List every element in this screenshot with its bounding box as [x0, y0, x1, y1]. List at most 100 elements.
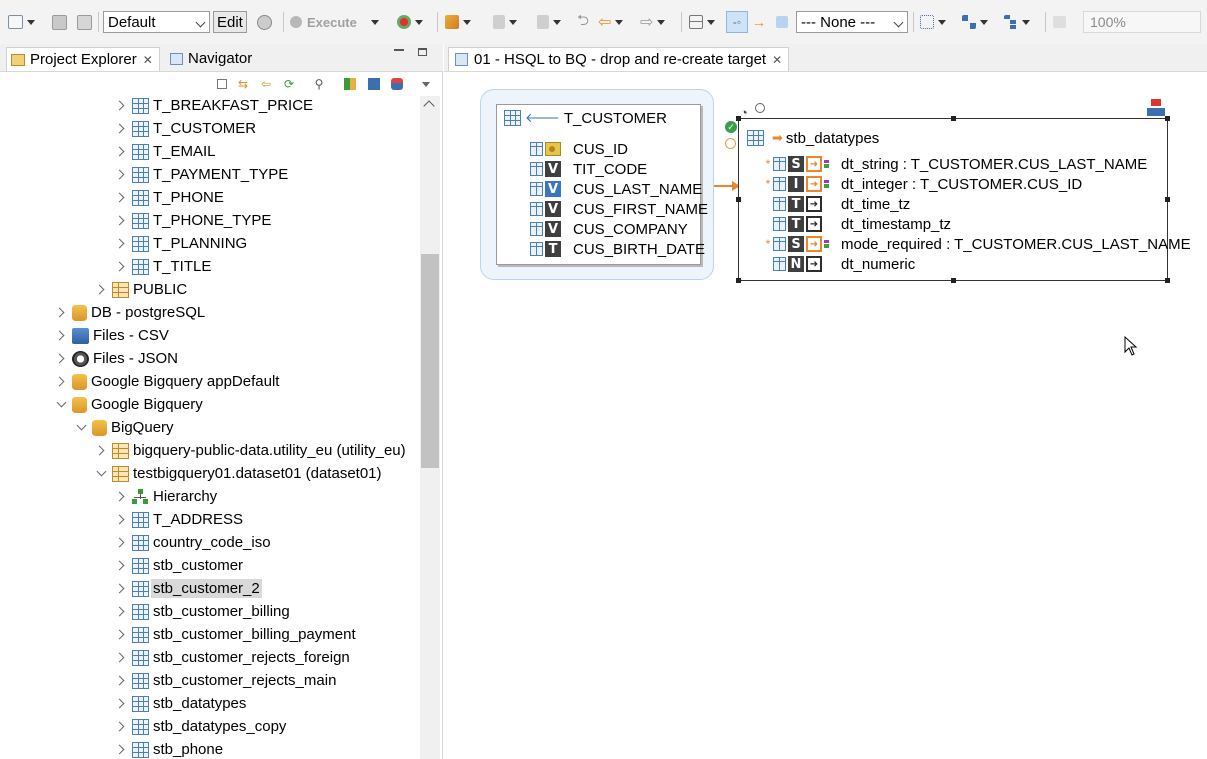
expand-icon[interactable]: [114, 490, 128, 504]
source-field-cus-company[interactable]: V CUS_COMPANY: [530, 219, 688, 239]
search-icon[interactable]: [755, 103, 765, 113]
tree-layout-button[interactable]: [1004, 11, 1030, 33]
close-icon[interactable]: ✕: [143, 53, 153, 67]
tree-item-t-payment-type[interactable]: T_PAYMENT_TYPE: [114, 163, 288, 186]
tree-item-t-phone[interactable]: T_PHONE: [114, 186, 224, 209]
export-button[interactable]: [537, 11, 561, 33]
tree-item-t-title[interactable]: T_TITLE: [114, 255, 211, 278]
expand-icon[interactable]: [114, 99, 128, 113]
collapse-icon[interactable]: [94, 467, 108, 481]
tree-item-stb-phone[interactable]: stb_phone: [114, 738, 223, 759]
link-editor-icon[interactable]: ⇆: [235, 76, 251, 92]
expand-icon[interactable]: [114, 720, 128, 734]
filter-people-icon[interactable]: [342, 76, 358, 92]
tab-navigator[interactable]: Navigator: [166, 47, 256, 70]
tree-item-stb-customer-billing[interactable]: stb_customer_billing: [114, 600, 290, 623]
expand-icon[interactable]: [114, 122, 128, 136]
tab-project-explorer[interactable]: Project Explorer ✕: [6, 47, 160, 71]
resize-handle[interactable]: [1165, 116, 1170, 121]
tree-item-t-address[interactable]: T_ADDRESS: [114, 508, 243, 531]
search-icon[interactable]: ⚲: [311, 76, 327, 92]
runtime-button[interactable]: [257, 11, 272, 33]
resize-handle[interactable]: [951, 116, 956, 121]
expand-icon[interactable]: [114, 260, 128, 274]
tree-item-bigquery-public-data[interactable]: bigquery-public-data.utility_eu (utility…: [94, 439, 406, 462]
filter-button[interactable]: [776, 11, 788, 33]
view-menu-icon[interactable]: [366, 76, 382, 92]
none-select[interactable]: --- None ---: [796, 11, 908, 33]
back-button[interactable]: ⇦: [598, 11, 624, 33]
expand-icon[interactable]: [54, 375, 68, 389]
arrange-button[interactable]: [962, 11, 988, 33]
tree-item-t-planning[interactable]: T_PLANNING: [114, 232, 247, 255]
resize-handle[interactable]: [736, 116, 741, 121]
mapping-canvas[interactable]: 🡐 T_CUSTOMER CUS_ID V TIT_CODE V CUS_LAS…: [444, 72, 1207, 759]
tree-item-t-email[interactable]: T_EMAIL: [114, 140, 216, 163]
expand-icon[interactable]: [114, 628, 128, 642]
source-target-link[interactable]: [714, 180, 740, 192]
tree-item-hierarchy[interactable]: Hierarchy: [114, 485, 217, 508]
join-button[interactable]: →: [752, 11, 766, 33]
new-mapping-button[interactable]: [8, 11, 35, 33]
tree-item-stb-datatypes[interactable]: stb_datatypes: [114, 692, 246, 715]
tree-item-testbigquery01-dataset01[interactable]: testbigquery01.dataset01 (dataset01): [94, 462, 382, 485]
resize-handle[interactable]: [736, 197, 741, 202]
tree-item-t-breakfast-price[interactable]: T_BREAKFAST_PRICE: [114, 96, 313, 117]
minimize-icon[interactable]: [394, 49, 404, 51]
expand-icon[interactable]: [54, 352, 68, 366]
source-dataset-container[interactable]: 🡐 T_CUSTOMER CUS_ID V TIT_CODE V CUS_LAS…: [480, 89, 714, 280]
expand-icon[interactable]: [54, 329, 68, 343]
source-field-cus-id[interactable]: CUS_ID: [530, 139, 628, 159]
link-mode-button[interactable]: -◦: [726, 11, 748, 33]
tree-item-stb-customer-billing-payment[interactable]: stb_customer_billing_payment: [114, 623, 356, 646]
back-link-button[interactable]: ⮌: [577, 11, 589, 33]
expand-icon[interactable]: [114, 605, 128, 619]
view-dropdown-icon[interactable]: [418, 76, 434, 92]
resize-handle[interactable]: [1165, 278, 1170, 283]
source-field-cus-last-name[interactable]: V CUS_LAST_NAME: [530, 179, 702, 199]
validate-button[interactable]: [397, 11, 423, 33]
tree-item-db-postgresql[interactable]: DB - postgreSQL: [54, 301, 205, 324]
tree-item-files-json[interactable]: Files - JSON: [54, 347, 178, 370]
target-field-mode-required[interactable]: * S ➜ mode_required : T_CUSTOMER.CUS_LAS…: [764, 234, 1191, 254]
expand-icon[interactable]: [114, 191, 128, 205]
expand-icon[interactable]: [114, 237, 128, 251]
expand-icon[interactable]: [114, 651, 128, 665]
tree-scrollbar[interactable]: [420, 96, 440, 759]
collapse-icon[interactable]: [54, 398, 68, 412]
collapse-all-icon[interactable]: [214, 76, 230, 92]
tree-item-stb-customer[interactable]: stb_customer: [114, 554, 243, 577]
expand-icon[interactable]: [114, 536, 128, 550]
print-button[interactable]: [1053, 11, 1066, 33]
resize-handle[interactable]: [951, 278, 956, 283]
source-field-cus-birth-date[interactable]: T CUS_BIRTH_DATE: [530, 239, 705, 259]
zoom-field[interactable]: 100%: [1083, 11, 1201, 33]
refresh-icon[interactable]: ⟳: [281, 76, 297, 92]
target-field-dt-integer[interactable]: * I ➜ dt_integer : T_CUSTOMER.CUS_ID: [764, 174, 1083, 194]
import-button[interactable]: [493, 11, 517, 33]
expand-icon[interactable]: [94, 283, 108, 297]
tree-item-stb-customer-2[interactable]: stb_customer_2: [114, 577, 262, 600]
tree-item-country-code-iso[interactable]: country_code_iso: [114, 531, 271, 554]
tree-item-stb-datatypes-copy[interactable]: stb_datatypes_copy: [114, 715, 286, 738]
expand-icon[interactable]: [114, 168, 128, 182]
tree-item-public[interactable]: PUBLIC: [94, 278, 187, 301]
source-datastore[interactable]: 🡐 T_CUSTOMER CUS_ID V TIT_CODE V CUS_LAS…: [496, 104, 708, 265]
users-icon[interactable]: [389, 76, 405, 92]
tree-item-stb-customer-rejects-main[interactable]: stb_customer_rejects_main: [114, 669, 336, 692]
expand-icon[interactable]: [114, 697, 128, 711]
tree-item-t-phone-type[interactable]: T_PHONE_TYPE: [114, 209, 271, 232]
tree-item-google-bigquery[interactable]: Google Bigquery: [54, 393, 203, 416]
collapse-icon[interactable]: [74, 421, 88, 435]
deploy-button[interactable]: [445, 11, 471, 33]
layout-button[interactable]: [689, 11, 715, 33]
target-datastore[interactable]: ➡ stb_datatypes * S ➜ dt_string : T_CUST…: [736, 116, 1191, 283]
edit-button[interactable]: Edit: [213, 11, 247, 33]
forward-button[interactable]: ⇨: [640, 11, 666, 33]
tab-mapping-editor[interactable]: 01 - HSQL to BQ - drop and re-create tar…: [448, 47, 790, 71]
save-all-button[interactable]: [77, 11, 92, 33]
target-field-dt-numeric[interactable]: N ➜ dt_numeric: [764, 254, 915, 274]
scroll-up-icon[interactable]: [423, 100, 435, 112]
source-field-cus-first-name[interactable]: V CUS_FIRST_NAME: [530, 199, 708, 219]
resize-handle[interactable]: [1165, 197, 1170, 202]
